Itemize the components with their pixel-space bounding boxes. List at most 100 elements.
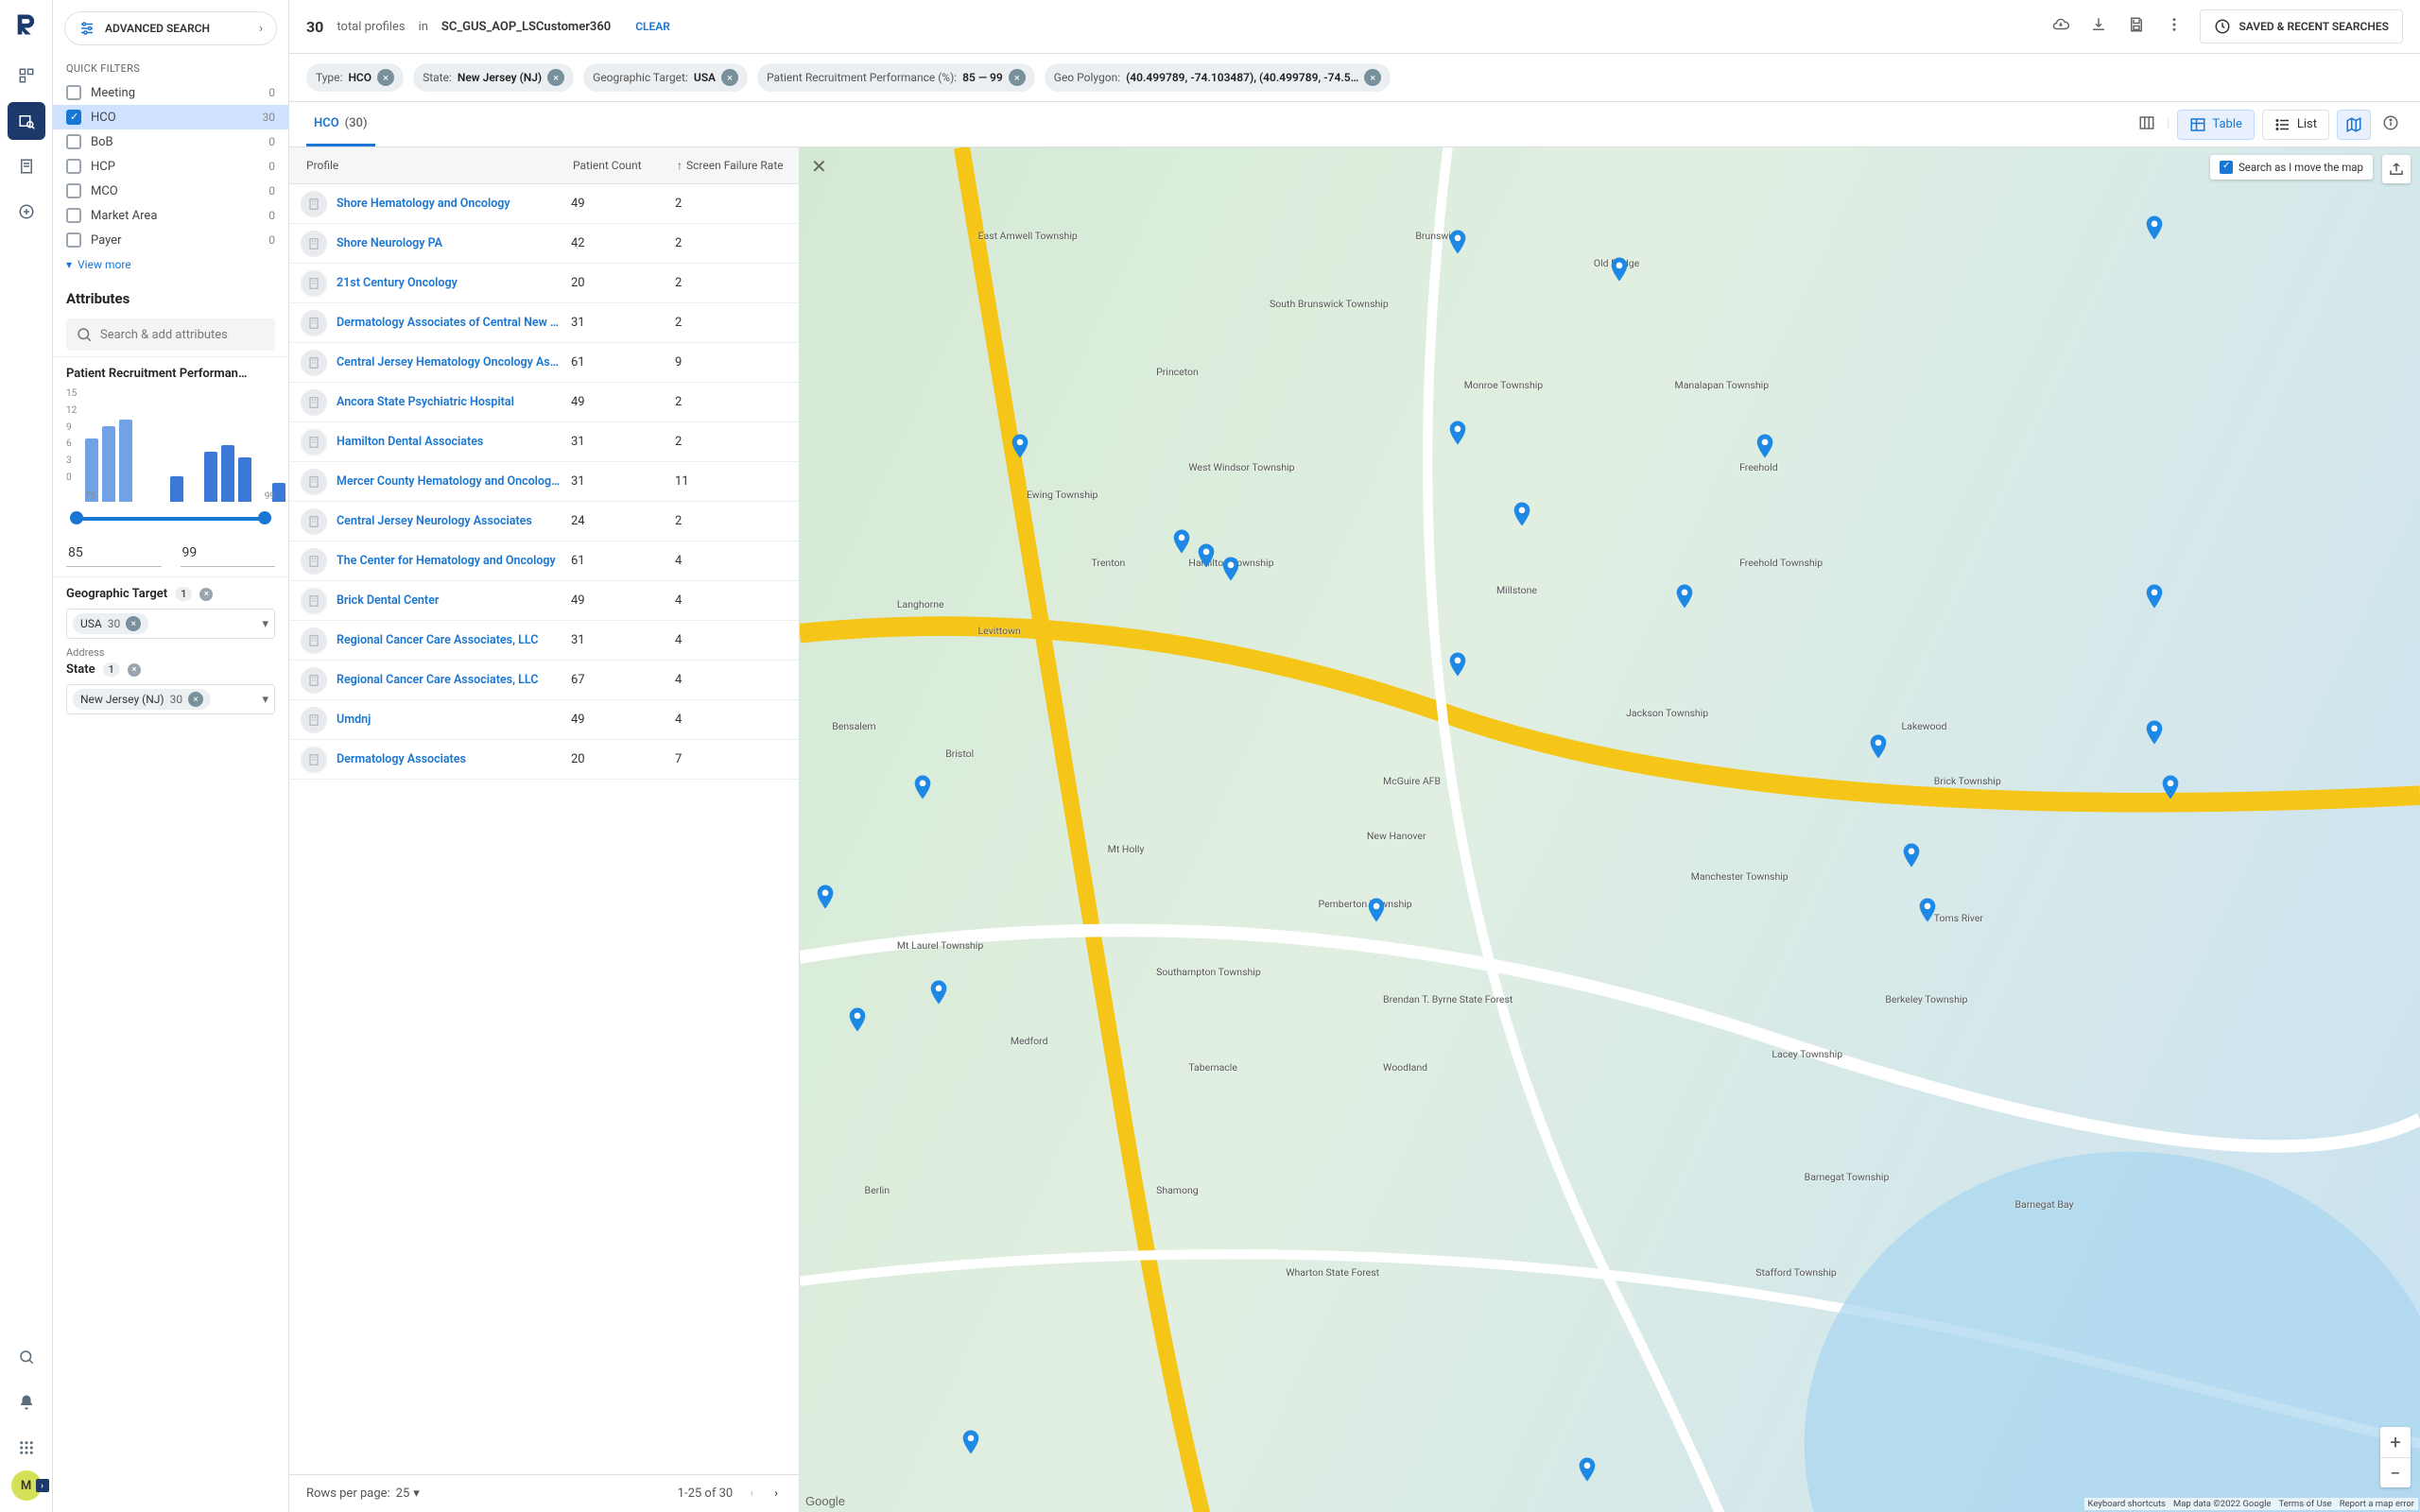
view-table-button[interactable]: Table (2177, 110, 2254, 140)
chip-remove-icon[interactable]: × (721, 69, 738, 86)
terms-link[interactable]: Terms of Use (2278, 1499, 2331, 1509)
entity-type-mco[interactable]: MCO 0 (53, 179, 288, 203)
rpp-select[interactable]: 25▾ (396, 1486, 420, 1501)
map-pin-icon[interactable] (961, 1430, 980, 1454)
profile-link[interactable]: Central Jersey Hematology Oncology Assoc… (337, 355, 562, 369)
profile-link[interactable]: Ancora State Psychiatric Hospital (337, 395, 562, 409)
entity-type-hco[interactable]: HCO 30 (53, 105, 288, 129)
map-pin-icon[interactable] (1578, 1457, 1597, 1482)
prp-range-slider[interactable] (66, 507, 275, 530)
map-pin-icon[interactable] (1918, 898, 1937, 922)
profile-link[interactable]: Umdnj (337, 713, 562, 727)
columns-icon[interactable] (2135, 111, 2159, 139)
save-icon[interactable] (2124, 12, 2149, 41)
report-error[interactable]: Report a map error (2340, 1499, 2414, 1509)
search-as-move-toggle[interactable]: ✓ Search as I move the map (2210, 155, 2373, 180)
user-avatar[interactable]: M› (11, 1470, 42, 1501)
entity-type-market-area[interactable]: Market Area 0 (53, 203, 288, 228)
geo-target-select[interactable]: USA 30 × ▾ (66, 609, 275, 639)
kbd-shortcuts[interactable]: Keyboard shortcuts (2088, 1499, 2166, 1509)
map-pin-icon[interactable] (1448, 652, 1467, 677)
map-pin-icon[interactable] (848, 1007, 867, 1032)
profile-link[interactable]: Dermatology Associates (337, 752, 562, 766)
col-patient-count[interactable]: Patient Count (563, 147, 667, 183)
entity-type-payer[interactable]: Payer 0 (53, 228, 288, 252)
col-profile[interactable]: Profile (289, 147, 563, 183)
profile-link[interactable]: The Center for Hematology and Oncology (337, 554, 562, 568)
profile-link[interactable]: Dermatology Associates of Central New Je… (337, 316, 562, 330)
chip-remove-icon[interactable]: × (547, 69, 564, 86)
map-pin-icon[interactable] (913, 775, 932, 799)
map-pin-icon[interactable] (1172, 529, 1191, 554)
page-next-icon[interactable]: › (770, 1483, 782, 1504)
page-prev-icon[interactable]: ‹ (746, 1483, 757, 1504)
info-icon[interactable] (2378, 111, 2403, 139)
nav-notifications-icon[interactable] (8, 1383, 45, 1421)
nav-add-icon[interactable] (8, 193, 45, 231)
view-map-button[interactable] (2337, 110, 2371, 140)
profile-link[interactable]: Shore Hematology and Oncology (337, 197, 562, 211)
download-icon[interactable] (2086, 12, 2111, 41)
slider-thumb-max[interactable] (258, 511, 271, 524)
nav-global-search-icon[interactable] (8, 1338, 45, 1376)
dropdown-caret-icon[interactable]: ▾ (262, 617, 268, 631)
map-pin-icon[interactable] (1221, 557, 1240, 581)
map-pin-icon[interactable] (1610, 257, 1629, 282)
attribute-search-input[interactable]: Search & add attributes (66, 318, 275, 351)
col-screen-failure[interactable]: ↑Screen Failure Rate (667, 147, 799, 183)
profile-link[interactable]: Regional Cancer Care Associates, LLC (337, 673, 562, 687)
map-pin-icon[interactable] (1011, 434, 1029, 458)
map-pin-icon[interactable] (2145, 215, 2164, 240)
map-pin-icon[interactable] (1675, 584, 1694, 609)
map-pin-icon[interactable] (1512, 502, 1531, 526)
app-logo[interactable] (13, 11, 40, 38)
map-pin-icon[interactable] (1902, 843, 1921, 868)
entity-type-bob[interactable]: BoB 0 (53, 129, 288, 154)
saved-searches-button[interactable]: SAVED & RECENT SEARCHES (2200, 9, 2403, 43)
profile-link[interactable]: 21st Century Oncology (337, 276, 562, 290)
view-list-button[interactable]: List (2262, 110, 2329, 140)
more-icon[interactable] (2162, 12, 2187, 41)
map-pin-icon[interactable] (2161, 775, 2180, 799)
entity-type-hcp[interactable]: HCP 0 (53, 154, 288, 179)
profile-link[interactable]: Shore Neurology PA (337, 236, 562, 250)
view-more-link[interactable]: ▾View more (53, 252, 288, 277)
map-share-icon[interactable] (2382, 155, 2411, 183)
map-pin-icon[interactable] (1197, 543, 1216, 568)
profile-link[interactable]: Brick Dental Center (337, 593, 562, 608)
nav-dashboard-icon[interactable] (8, 57, 45, 94)
slider-thumb-min[interactable] (70, 511, 83, 524)
map-pin-icon[interactable] (2145, 720, 2164, 745)
map-pin-icon[interactable] (816, 885, 835, 909)
profile-link[interactable]: Regional Cancer Care Associates, LLC (337, 633, 562, 647)
map-pin-icon[interactable] (1755, 434, 1774, 458)
nav-apps-icon[interactable] (8, 1429, 45, 1467)
map-panel[interactable]: ✕ ✓ Search as I move the map East Amwell… (800, 147, 2420, 1512)
map-pin-icon[interactable] (929, 980, 948, 1005)
map-pin-icon[interactable] (1448, 230, 1467, 254)
state-select[interactable]: New Jersey (NJ) 30 × ▾ (66, 684, 275, 714)
map-pin-icon[interactable] (2145, 584, 2164, 609)
prp-min-input[interactable]: 85 (66, 540, 162, 567)
state-clear-icon[interactable]: × (128, 663, 141, 677)
advanced-search-button[interactable]: ADVANCED SEARCH › (64, 11, 277, 45)
map-close-icon[interactable]: ✕ (811, 155, 827, 178)
chip-remove-icon[interactable]: × (188, 692, 203, 707)
prp-max-input[interactable]: 99 (181, 540, 276, 567)
dropdown-caret-icon[interactable]: ▾ (262, 693, 268, 707)
chip-remove-icon[interactable]: × (126, 616, 141, 631)
tab-hco[interactable]: HCO (30) (306, 103, 375, 146)
zoom-out-icon[interactable]: − (2380, 1457, 2411, 1487)
chip-remove-icon[interactable]: × (1009, 69, 1026, 86)
profile-link[interactable]: Hamilton Dental Associates (337, 435, 562, 449)
nav-search-icon[interactable] (8, 102, 45, 140)
clear-button[interactable]: CLEAR (635, 20, 670, 33)
map-pin-icon[interactable] (1448, 421, 1467, 445)
map-pin-icon[interactable] (1869, 734, 1888, 759)
profile-link[interactable]: Mercer County Hematology and Oncology,PC (337, 474, 562, 489)
geo-target-clear-icon[interactable]: × (199, 588, 213, 601)
chip-remove-icon[interactable]: × (377, 69, 394, 86)
profile-link[interactable]: Central Jersey Neurology Associates (337, 514, 562, 528)
entity-type-meeting[interactable]: Meeting 0 (53, 80, 288, 105)
map-pin-icon[interactable] (1367, 898, 1386, 922)
